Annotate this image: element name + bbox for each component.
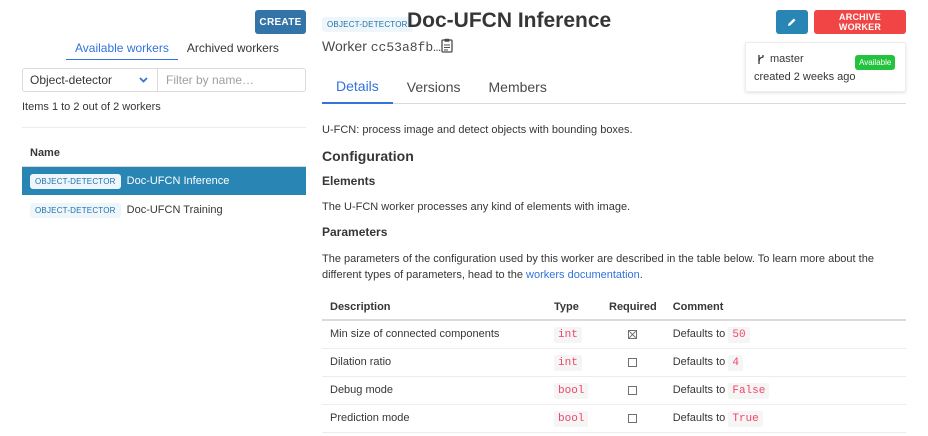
worker-type-tag: OBJECT-DETECTOR: [322, 17, 413, 32]
worker-id-value: cc53a8fb…: [370, 40, 441, 55]
comment-prefix: Defaults to: [672, 383, 726, 396]
comment-prefix: Defaults to: [672, 355, 726, 368]
divider: [22, 127, 306, 128]
workers-documentation-link[interactable]: workers documentation: [526, 269, 640, 281]
pencil-icon: [787, 15, 797, 30]
tab-available-workers[interactable]: Available workers: [66, 36, 178, 60]
git-branch-icon: [758, 54, 764, 64]
table-row: Min size of connected components int Def…: [322, 320, 906, 349]
param-required-cell: [601, 348, 665, 377]
param-type: int: [554, 354, 582, 371]
worker-id: Worker cc53a8fb…: [322, 38, 441, 55]
tab-versions[interactable]: Versions: [393, 70, 475, 104]
table-row: Dilation ratio int Defaults to 4: [322, 348, 906, 377]
worker-type-tag: OBJECT-DETECTOR: [30, 202, 121, 218]
branch-info: master: [757, 53, 804, 65]
worker-row-doc-ufcn-training[interactable]: OBJECT-DETECTOR Doc-UFCN Training: [22, 196, 306, 224]
create-button[interactable]: CREATE: [255, 10, 306, 34]
parameters-table: Description Type Required Comment Min si…: [322, 294, 906, 433]
param-type: int: [554, 326, 582, 343]
tab-archived-workers[interactable]: Archived workers: [178, 36, 288, 60]
param-description: Debug mode: [322, 376, 546, 405]
param-default: 50: [728, 326, 750, 343]
page-title: Doc-UFCN Inference: [407, 9, 612, 32]
comment-column-header: Comment: [664, 294, 906, 321]
status-badge: Available: [855, 55, 896, 70]
param-type-cell: int: [546, 320, 601, 349]
param-default: True: [728, 410, 763, 427]
unchecked-box-icon: [628, 357, 638, 367]
param-type-cell: bool: [546, 404, 601, 433]
param-type-cell: bool: [546, 376, 601, 405]
param-description: Dilation ratio: [322, 348, 546, 377]
worker-name: Doc-UFCN Inference: [126, 175, 230, 187]
configuration-heading: Configuration: [322, 148, 414, 164]
param-description: Min size of connected components: [322, 320, 546, 349]
branch-name: master: [770, 53, 804, 65]
worker-type-select-value: Object-detector: [30, 73, 113, 87]
tab-members[interactable]: Members: [475, 70, 561, 104]
worker-list-tabs: Available workers Archived workers: [22, 36, 306, 60]
chevron-down-icon: [138, 74, 149, 88]
parameters-text: The parameters of the configuration used…: [322, 251, 906, 283]
tab-details[interactable]: Details: [322, 70, 393, 104]
param-required-cell: [601, 320, 665, 349]
archive-worker-button[interactable]: ARCHIVE WORKER: [814, 10, 906, 34]
table-row: Prediction mode bool Defaults to True: [322, 404, 906, 433]
edit-button[interactable]: [776, 10, 808, 34]
worker-id-prefix: Worker: [322, 38, 367, 54]
param-default: False: [728, 382, 770, 399]
worker-name: Doc-UFCN Training: [126, 204, 223, 216]
param-type-cell: int: [546, 348, 601, 377]
checked-box-icon: [628, 329, 638, 339]
worker-row-doc-ufcn-inference[interactable]: OBJECT-DETECTOR Doc-UFCN Inference: [22, 167, 306, 195]
worker-description: U-FCN: process image and detect objects …: [322, 124, 633, 136]
worker-type-tag: OBJECT-DETECTOR: [30, 173, 121, 189]
unchecked-box-icon: [628, 385, 638, 395]
clipboard-icon[interactable]: [441, 38, 453, 53]
items-count: Items 1 to 2 out of 2 workers: [22, 101, 161, 113]
param-comment: Defaults to False: [664, 376, 906, 405]
param-description: Prediction mode: [322, 404, 546, 433]
param-required-cell: [601, 404, 665, 433]
parameters-text-after: .: [639, 269, 643, 281]
filter-by-name-input[interactable]: [158, 68, 306, 92]
elements-heading: Elements: [322, 174, 376, 188]
worker-detail-tabs: Details Versions Members: [322, 70, 906, 104]
elements-text: The U-FCN worker processes any kind of e…: [322, 201, 631, 213]
name-column-header: Name: [30, 147, 60, 159]
description-column-header: Description: [322, 294, 546, 321]
comment-prefix: Defaults to: [672, 411, 726, 424]
param-default: 4: [728, 354, 743, 371]
param-comment: Defaults to True: [664, 404, 906, 433]
parameters-heading: Parameters: [322, 225, 388, 239]
param-type: bool: [554, 410, 589, 427]
table-header-row: Description Type Required Comment: [322, 294, 906, 321]
param-comment: Defaults to 4: [664, 348, 906, 377]
param-required-cell: [601, 376, 665, 405]
param-comment: Defaults to 50: [664, 320, 906, 349]
unchecked-box-icon: [628, 413, 638, 423]
comment-prefix: Defaults to: [672, 327, 726, 340]
param-type: bool: [554, 382, 589, 399]
required-column-header: Required: [601, 294, 665, 321]
table-row: Debug mode bool Defaults to False: [322, 376, 906, 405]
type-column-header: Type: [546, 294, 601, 321]
worker-type-select[interactable]: Object-detector: [22, 68, 158, 92]
